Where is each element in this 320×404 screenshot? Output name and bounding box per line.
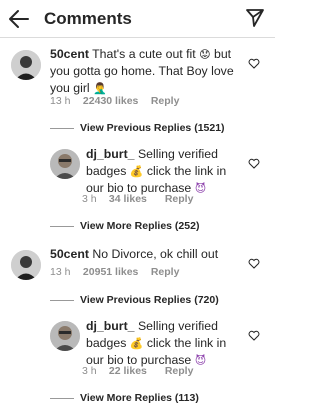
money-bag-emoji: 💰 (129, 165, 144, 178)
view-replies-label[interactable]: View More Replies (252) (80, 220, 199, 232)
comment-username[interactable]: dj_burt_ (86, 147, 135, 161)
avatar[interactable] (11, 50, 41, 80)
worried-emoji: 😟 (199, 48, 211, 61)
money-bag-emoji: 💰 (129, 337, 144, 350)
comment-text: dj_burt_ Selling verified badges 💰 click… (86, 318, 246, 369)
arrow-left-icon[interactable] (8, 9, 30, 29)
view-replies-label[interactable]: View More Replies (113) (80, 392, 199, 404)
comment-body: No Divorce, ok chill out (92, 247, 219, 261)
likes-count[interactable]: 34 likes (109, 193, 162, 205)
comment-meta: 13 h 22430 likes Reply (50, 95, 179, 107)
comment-meta: 3 h 34 likes Reply (82, 193, 193, 205)
comment-time: 13 h (50, 266, 71, 278)
heart-outline-icon[interactable] (248, 158, 260, 169)
view-replies-label[interactable]: View Previous Replies (720) (80, 294, 219, 306)
comment-text: 50cent That's a cute out fit 😟 but you g… (50, 46, 245, 97)
comments-header: Comments (0, 0, 275, 38)
heart-outline-icon[interactable] (248, 330, 260, 341)
divider (50, 299, 74, 301)
devil-emoji: 😈 (194, 182, 207, 195)
facepalm-emoji: 🤦‍♂️ (93, 82, 107, 95)
reply-button[interactable]: Reply (165, 193, 194, 205)
reply-button[interactable]: Reply (151, 266, 180, 278)
reply-button[interactable]: Reply (151, 95, 180, 107)
divider (50, 397, 74, 399)
comment-username[interactable]: dj_burt_ (86, 319, 135, 333)
divider (50, 225, 74, 227)
comment-text: 50cent No Divorce, ok chill out (50, 246, 245, 263)
view-replies-toggle[interactable]: View More Replies (113) (50, 392, 199, 404)
paper-plane-icon[interactable] (245, 8, 265, 28)
view-replies-toggle[interactable]: View More Replies (252) (50, 220, 199, 232)
avatar[interactable] (50, 149, 80, 179)
devil-emoji: 😈 (194, 354, 207, 367)
avatar[interactable] (11, 250, 41, 280)
view-replies-toggle[interactable]: View Previous Replies (720) (50, 294, 219, 306)
comment-username[interactable]: 50cent (50, 47, 89, 61)
comment-time: 3 h (82, 193, 97, 205)
heart-outline-icon[interactable] (248, 258, 260, 269)
heart-outline-icon[interactable] (248, 58, 260, 69)
comment-meta: 3 h 22 likes Reply (82, 365, 193, 377)
avatar[interactable] (50, 321, 80, 351)
view-replies-label[interactable]: View Previous Replies (1521) (80, 122, 225, 134)
likes-count[interactable]: 20951 likes (83, 266, 148, 278)
comment-username[interactable]: 50cent (50, 247, 89, 261)
comment-time: 3 h (82, 365, 97, 377)
comment-meta: 13 h 20951 likes Reply (50, 266, 179, 278)
page-title: Comments (44, 9, 132, 28)
likes-count[interactable]: 22 likes (109, 365, 162, 377)
comment-body: That's a cute out fit (92, 47, 196, 61)
reply-button[interactable]: Reply (165, 365, 194, 377)
divider (50, 127, 74, 129)
likes-count[interactable]: 22430 likes (83, 95, 148, 107)
view-replies-toggle[interactable]: View Previous Replies (1521) (50, 122, 225, 134)
comment-time: 13 h (50, 95, 71, 107)
comment-text: dj_burt_ Selling verified badges 💰 click… (86, 146, 246, 197)
